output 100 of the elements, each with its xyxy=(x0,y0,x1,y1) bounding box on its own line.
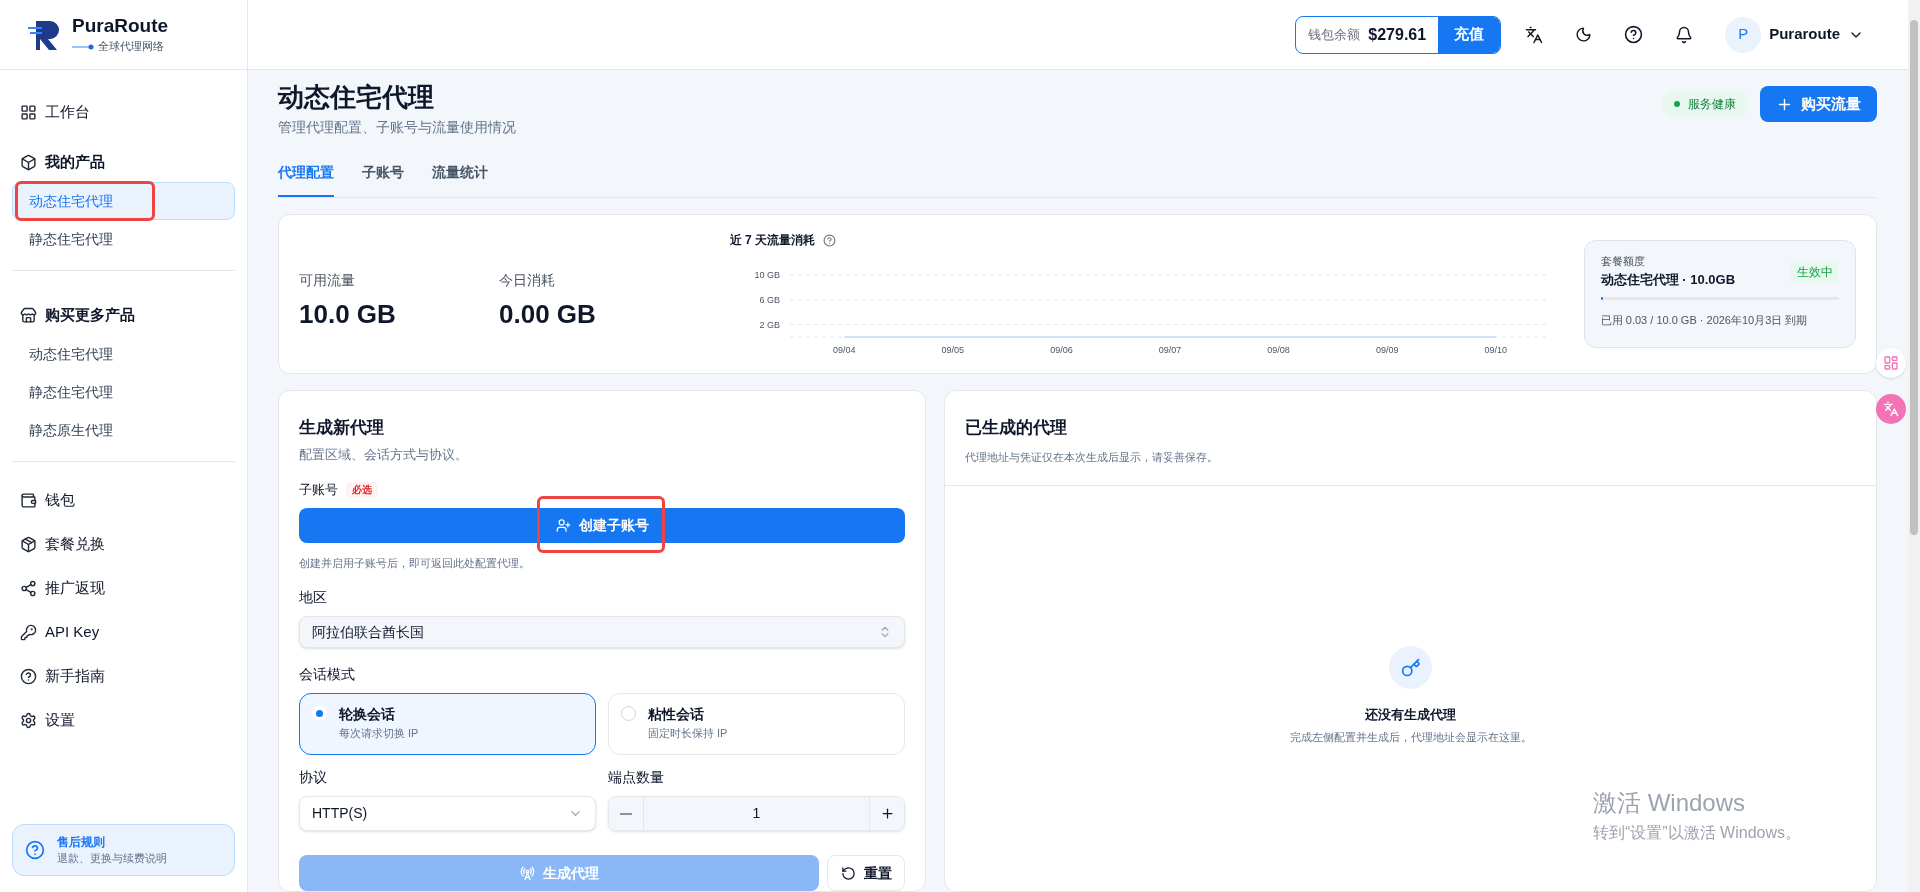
share-icon xyxy=(20,579,37,597)
nav-item[interactable]: 动态住宅代理 xyxy=(12,182,235,220)
nav-item[interactable]: 钱包 xyxy=(12,478,235,522)
store-icon xyxy=(20,306,37,324)
radio xyxy=(312,706,327,721)
page-subtitle: 管理代理配置、子账号与流量使用情况 xyxy=(278,118,516,137)
hint-text: 创建并启用子账号后，即可返回此处配置代理。 xyxy=(299,555,531,571)
status-badge: 服务健康 xyxy=(1662,91,1748,117)
activation-text: 转到“设置”以激活 Windows。 xyxy=(1593,823,1801,843)
cube-icon xyxy=(20,153,37,171)
count-field[interactable]: 1 xyxy=(643,797,870,830)
nav-item[interactable]: 静态住宅代理 xyxy=(12,373,235,411)
stat-value: 10.0 GB xyxy=(299,298,397,331)
region-select[interactable]: 阿拉伯联合酋长国 xyxy=(299,616,905,648)
tab[interactable]: 代理配置 xyxy=(278,162,334,197)
plus-icon xyxy=(879,806,895,821)
field-label: 地区 xyxy=(299,588,328,607)
quota-plan: 动态住宅代理 · 10.0GB xyxy=(1600,270,1736,289)
scrollbar-thumb[interactable] xyxy=(1910,20,1918,535)
axis-label: 09/05 xyxy=(941,345,964,355)
reset-button[interactable]: 重置 xyxy=(827,855,905,891)
nav-section-title: 我的产品 xyxy=(45,151,105,172)
brand-tagline: 全球代理网络 xyxy=(98,39,164,55)
help-icon xyxy=(823,233,837,247)
axis-label: 2 GB xyxy=(759,319,780,330)
grid-icon xyxy=(20,103,37,121)
key-icon xyxy=(1389,646,1432,689)
status-badge: 生效中 xyxy=(1791,261,1839,283)
nav-item[interactable]: 设置 xyxy=(12,698,235,742)
settings-icon xyxy=(20,711,37,729)
help-icon xyxy=(20,667,37,685)
nav-item[interactable]: 新手指南 xyxy=(12,654,235,698)
wallet-amount: $279.61 xyxy=(1368,24,1428,45)
user-plus-icon xyxy=(555,517,571,533)
axis-label: 09/09 xyxy=(1375,345,1399,355)
activation-title: 激活 Windows xyxy=(1593,788,1747,818)
axis-label: 09/08 xyxy=(1267,345,1290,355)
reset-icon xyxy=(840,865,856,881)
quota-label: 套餐额度 xyxy=(1600,254,1646,269)
option-title: 轮换会话 xyxy=(339,705,396,724)
axis-label: 09/10 xyxy=(1484,345,1507,355)
axis-label: 09/04 xyxy=(832,345,856,355)
empty-text: 完成左侧配置并生成后，代理地址会显示在这里。 xyxy=(1289,729,1532,745)
nav-item[interactable]: 推广返现 xyxy=(12,566,235,610)
axis-label: 10 GB xyxy=(754,270,780,280)
apps-icon[interactable] xyxy=(1876,348,1906,378)
field-label: 协议 xyxy=(299,768,328,787)
axis-label: 09/07 xyxy=(1158,345,1181,355)
user-menu[interactable]: P Puraroute xyxy=(1725,16,1864,53)
nav-item[interactable]: 动态住宅代理 xyxy=(12,335,235,373)
brand-name: PuraRoute xyxy=(72,14,169,39)
user-name: Puraroute xyxy=(1769,24,1840,45)
wallet-icon xyxy=(20,491,37,509)
create-subaccount-button[interactable]: 创建子账号 xyxy=(299,507,905,543)
help-card[interactable]: 售后规则 退款、更换与续费说明 xyxy=(12,824,235,876)
nav-item[interactable]: 工作台 xyxy=(12,90,235,134)
decrement-button[interactable] xyxy=(609,797,643,830)
tab[interactable]: 流量统计 xyxy=(432,162,488,197)
minus-icon xyxy=(620,812,632,815)
stat-label: 可用流量 xyxy=(299,271,356,290)
stat-label: 今日消耗 xyxy=(499,271,556,290)
axis-label: 6 GB xyxy=(759,294,780,305)
key-icon xyxy=(20,623,37,641)
nav-item[interactable]: 套餐兑换 xyxy=(12,522,235,566)
axis-label: 09/06 xyxy=(1049,345,1073,355)
session-option[interactable]: 粘性会话 固定时长保持 IP xyxy=(608,693,905,755)
card-subtitle: 配置区域、会话方式与协议。 xyxy=(299,445,469,464)
option-title: 粘性会话 xyxy=(648,705,705,724)
quota-note: 已用 0.03 / 10.0 GB · 2026年10月3日 到期 xyxy=(1600,313,1809,328)
field-label: 会话模式 xyxy=(299,665,356,684)
antenna-icon xyxy=(519,865,535,881)
nav-section-title: 购买更多产品 xyxy=(45,304,135,325)
chart-title: 近 7 天流量消耗 xyxy=(729,232,816,249)
avatar: P xyxy=(1725,16,1762,53)
option-desc: 固定时长保持 IP xyxy=(648,726,728,741)
recharge-button[interactable]: 充值 xyxy=(1438,16,1501,53)
help-icon xyxy=(25,840,45,860)
session-option[interactable]: 轮换会话 每次请求切换 IP xyxy=(299,693,596,755)
stat-value: 0.00 GB xyxy=(499,298,597,331)
nav-item[interactable]: API Key xyxy=(12,610,235,654)
line-dot-icon xyxy=(72,43,94,50)
required-badge: 必选 xyxy=(346,481,378,498)
increment-button[interactable] xyxy=(870,797,904,830)
empty-title: 还没有生成代理 xyxy=(1365,706,1456,724)
card-title: 生成新代理 xyxy=(299,417,385,439)
help-text: 退款、更换与续费说明 xyxy=(57,851,167,866)
page-title: 动态住宅代理 xyxy=(278,81,435,114)
nav-item[interactable]: 静态住宅代理 xyxy=(12,220,235,258)
card-title: 已生成的代理 xyxy=(965,417,1068,439)
card-subtitle: 代理地址与凭证仅在本次生成后显示，请妥善保存。 xyxy=(965,449,1219,465)
nav-item[interactable]: 静态原生代理 xyxy=(12,411,235,449)
tab[interactable]: 子账号 xyxy=(362,162,404,197)
package-icon xyxy=(20,535,37,553)
option-desc: 每次请求切换 IP xyxy=(339,726,419,741)
protocol-select[interactable]: HTTP(S) xyxy=(299,796,596,831)
wallet-label: 钱包余额 xyxy=(1307,25,1362,44)
buy-traffic-button[interactable]: 购买流量 xyxy=(1760,86,1877,122)
field-label: 端点数量 xyxy=(608,768,665,787)
help-title: 售后规则 xyxy=(57,834,106,850)
field-label: 子账号 xyxy=(299,481,338,499)
